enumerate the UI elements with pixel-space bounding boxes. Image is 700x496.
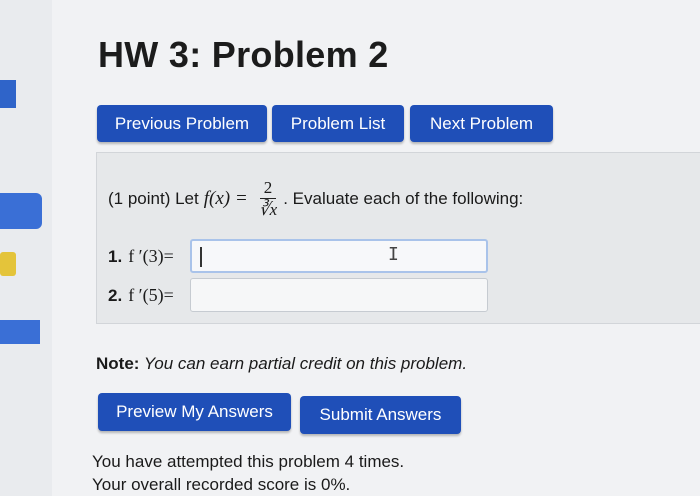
answer-input-2[interactable] [190,278,488,312]
question-number: 2. [108,285,123,305]
preview-answers-button[interactable]: Preview My Answers [98,393,291,431]
page-title: HW 3: Problem 2 [98,34,389,75]
sidebar-tab[interactable] [0,320,40,344]
attempts-status: You have attempted this problem 4 times. [92,452,405,471]
fraction-denominator: ∛x [258,200,278,219]
note-label: Note: [96,354,140,373]
note-text: You can earn partial credit on this prob… [139,354,468,373]
question-row: 2. f ′(5)= [108,285,174,306]
partial-credit-note: Note: You can earn partial credit on thi… [96,354,467,374]
question-expression: f ′(3)= [128,246,174,266]
score-status: Your overall recorded score is 0%. [92,475,351,494]
function-label: f(x) [203,188,231,209]
problem-list-button[interactable]: Problem List [272,105,404,142]
previous-problem-button[interactable]: Previous Problem [97,105,267,142]
instruction-text: . Evaluate each of the following: [283,189,524,208]
sidebar-tab[interactable] [0,80,16,108]
sidebar-tab[interactable] [0,193,42,229]
fraction-numerator: 2 [259,178,277,199]
question-expression: f ′(5)= [128,285,174,305]
next-problem-button[interactable]: Next Problem [410,105,553,142]
equals-sign: = [236,188,247,209]
fraction: 2 ∛x [259,178,277,220]
sidebar-tab-highlight[interactable] [0,252,16,276]
question-number: 1. [108,246,123,266]
points-text: (1 point) Let [108,189,199,208]
problem-statement: (1 point) Let f(x) = 2 ∛x . Evaluate eac… [108,178,523,220]
text-caret [200,247,202,267]
answer-input-1[interactable]: I [190,239,488,273]
submit-answers-button[interactable]: Submit Answers [300,396,461,434]
question-row: 1. f ′(3)= [108,246,174,267]
ibeam-cursor-icon: I [388,244,399,265]
